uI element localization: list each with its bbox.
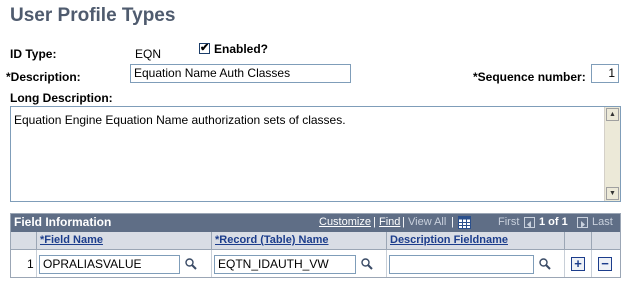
description-fieldname-cell <box>387 250 565 277</box>
field-name-input[interactable]: OPRALIASVALUE <box>39 255 180 274</box>
grid-title: Field Information <box>14 215 112 229</box>
column-header-field-name[interactable]: *Field Name <box>37 232 212 250</box>
add-row-button[interactable]: + <box>571 257 585 271</box>
add-column-header <box>565 232 592 250</box>
previous-arrow-icon[interactable] <box>524 217 535 228</box>
customize-link[interactable]: Customize <box>319 216 371 228</box>
field-name-lookup-icon[interactable] <box>185 258 197 270</box>
find-link[interactable]: Find <box>379 216 400 228</box>
field-name-cell: OPRALIASVALUE <box>37 250 212 277</box>
column-header-description-fieldname[interactable]: Description Fieldname <box>387 232 565 250</box>
id-type-value: EQN <box>135 47 162 61</box>
description-label: *Description: <box>6 70 81 84</box>
nav-separator: | <box>402 216 405 228</box>
delete-row-cell: − <box>592 250 620 277</box>
textarea-scrollbar[interactable]: ▲ ▼ <box>604 107 620 201</box>
column-header-record-name[interactable]: *Record (Table) Name <box>212 232 387 250</box>
sequence-number-label: *Sequence number: <box>473 70 586 84</box>
nav-separator: | <box>451 216 454 228</box>
description-fieldname-input[interactable] <box>389 255 534 274</box>
delete-row-button[interactable]: − <box>598 257 612 271</box>
last-link[interactable]: Last <box>592 216 613 228</box>
row-range: 1 of 1 <box>539 216 568 228</box>
scroll-down-icon[interactable]: ▼ <box>606 187 619 200</box>
enabled-label: Enabled? <box>214 42 269 56</box>
delete-column-header <box>592 232 620 250</box>
next-arrow-icon[interactable] <box>577 217 588 228</box>
checkmark-icon: ✔ <box>200 42 210 54</box>
long-description-label: Long Description: <box>10 91 113 105</box>
sequence-number-input[interactable]: 1 <box>591 64 619 83</box>
description-input[interactable]: Equation Name Auth Classes <box>130 64 351 83</box>
view-all-link[interactable]: View All <box>408 216 446 228</box>
long-description-textarea[interactable]: Equation Engine Equation Name authorizat… <box>10 106 621 202</box>
nav-separator: | <box>373 216 376 228</box>
row-number-cell: 1 <box>11 250 37 277</box>
grid-header-bar: Field Information Customize | Find | Vie… <box>11 214 620 232</box>
field-information-grid: Field Information Customize | Find | Vie… <box>10 213 621 278</box>
record-name-cell: EQTN_IDAUTH_VW <box>212 250 387 277</box>
row-number: 1 <box>27 257 34 271</box>
row-number-header <box>11 232 37 250</box>
table-row: 1 OPRALIASVALUE EQTN_IDAUTH_VW + − <box>11 250 620 277</box>
long-description-text: Equation Engine Equation Name authorizat… <box>14 113 346 127</box>
record-name-input[interactable]: EQTN_IDAUTH_VW <box>214 255 356 274</box>
record-name-lookup-icon[interactable] <box>361 258 373 270</box>
scroll-up-icon[interactable]: ▲ <box>606 108 619 121</box>
add-row-cell: + <box>565 250 592 277</box>
page-title: User Profile Types <box>10 5 176 26</box>
description-fieldname-lookup-icon[interactable] <box>539 258 551 270</box>
id-type-label: ID Type: <box>10 47 57 61</box>
enabled-checkbox[interactable]: ✔ <box>199 43 210 54</box>
spreadsheet-icon[interactable] <box>458 216 471 229</box>
first-link[interactable]: First <box>498 216 519 228</box>
